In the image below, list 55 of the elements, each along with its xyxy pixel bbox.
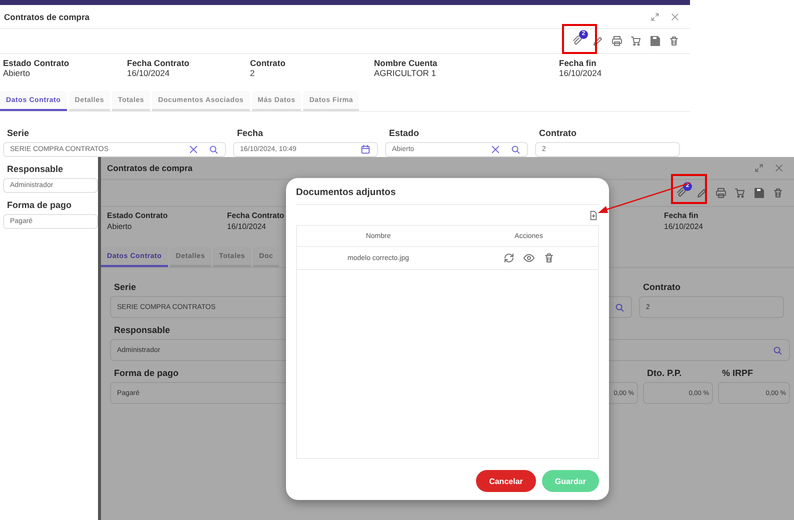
calendar-icon[interactable] — [360, 144, 371, 155]
close-icon[interactable] — [670, 12, 680, 22]
field-label: Dto. P.P. — [647, 368, 682, 378]
print-icon[interactable] — [611, 35, 623, 47]
search-icon[interactable] — [772, 344, 783, 356]
field-label: Forma de pago — [114, 368, 179, 378]
info-label: Contrato — [250, 58, 286, 68]
search-icon[interactable] — [208, 144, 219, 155]
info-value: 16/10/2024 — [127, 68, 170, 79]
info-value: Abierto — [3, 68, 30, 79]
delete-icon[interactable] — [668, 35, 680, 47]
delete-icon[interactable] — [542, 252, 555, 264]
expand-icon[interactable] — [650, 12, 660, 22]
view-icon[interactable] — [522, 252, 535, 264]
field-label: Forma de pago — [7, 200, 72, 210]
info-value: 2 — [250, 68, 255, 79]
clear-icon[interactable] — [490, 144, 501, 155]
dialog-title: Documentos adjuntos — [296, 187, 599, 205]
cancel-button[interactable]: Cancelar — [476, 470, 536, 492]
pen-icon[interactable] — [592, 35, 604, 47]
field-label: Responsable — [7, 164, 64, 174]
field-label: Estado — [389, 128, 420, 138]
window-title: Contratos de compra — [4, 12, 90, 22]
pen-icon[interactable] — [696, 187, 708, 199]
print-icon[interactable] — [715, 187, 727, 199]
cart-icon[interactable] — [630, 35, 642, 47]
info-value: 16/10/2024 — [559, 68, 602, 79]
info-label: Fecha fin — [559, 58, 596, 68]
highlight-box — [671, 174, 707, 204]
delete-icon[interactable] — [772, 187, 784, 199]
info-label: Nombre Cuenta — [374, 58, 438, 68]
cart-icon[interactable] — [734, 187, 746, 199]
add-file-icon[interactable] — [588, 210, 599, 220]
field-label: Serie — [114, 282, 136, 292]
field-label: Responsable — [114, 325, 170, 335]
info-value: AGRICULTOR 1 — [374, 68, 436, 79]
field-label: Serie — [7, 128, 30, 138]
paperclip-icon — [675, 187, 687, 199]
search-icon[interactable] — [614, 302, 625, 312]
field-label: Contrato — [643, 282, 680, 292]
paperclip-icon — [571, 35, 583, 47]
highlight-box — [562, 24, 597, 54]
window-title: Contratos de compra — [107, 163, 192, 173]
info-label: Estado Contrato — [3, 58, 70, 68]
field-label: Fecha — [237, 128, 264, 138]
expand-icon[interactable] — [754, 163, 764, 173]
save-icon[interactable] — [649, 35, 661, 47]
refresh-icon[interactable] — [502, 252, 515, 264]
close-icon[interactable] — [774, 163, 784, 173]
clear-icon[interactable] — [188, 144, 199, 155]
search-icon[interactable] — [510, 144, 521, 155]
field-label: % IRPF — [722, 368, 754, 378]
info-label: Fecha Contrato — [127, 58, 190, 68]
save-icon[interactable] — [753, 187, 765, 199]
field-label: Contrato — [539, 128, 576, 138]
